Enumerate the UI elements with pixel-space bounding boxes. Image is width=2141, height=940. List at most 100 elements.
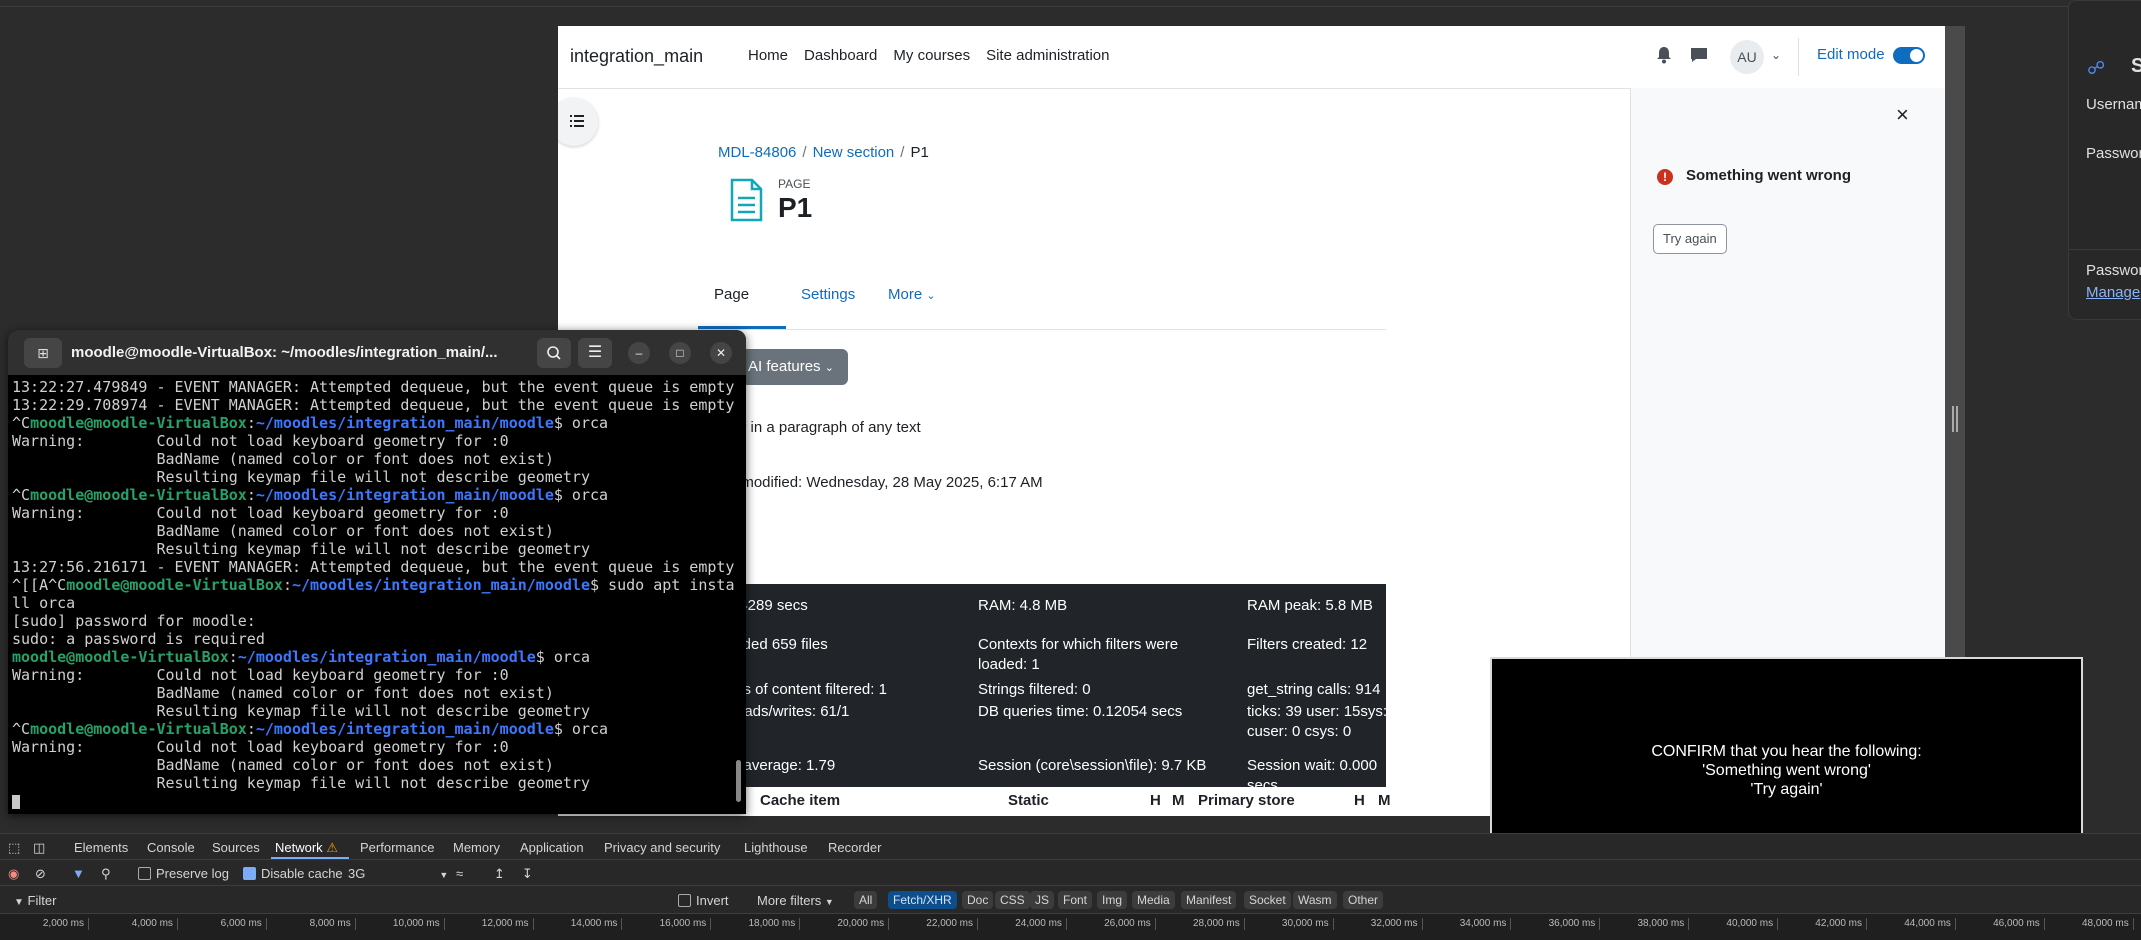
record-stop-icon[interactable]: ◉ (8, 866, 19, 882)
course-index-toggle-button[interactable] (558, 98, 598, 146)
ai-features-button[interactable]: AI features ⌄ (728, 349, 848, 385)
chip-media[interactable]: Media (1132, 891, 1175, 909)
chip-all[interactable]: All (854, 891, 878, 909)
tab-page[interactable]: Page (714, 286, 749, 303)
tab-privacy-security[interactable]: Privacy and security (604, 840, 720, 855)
timeline-tick: 22,000 ms (926, 918, 978, 930)
timeline-tick: 14,000 ms (571, 918, 623, 930)
chevron-down-icon: ⌄ (824, 362, 834, 374)
terminal-line: ll orca (12, 594, 76, 612)
tab-recorder[interactable]: Recorder (828, 840, 881, 855)
ai-features-label: AI features (748, 358, 821, 375)
terminal-output[interactable]: 13:22:27.479849 - EVENT MANAGER: Attempt… (12, 378, 742, 814)
search-icon[interactable]: ⚲ (101, 866, 111, 882)
chip-js[interactable]: JS (1030, 891, 1055, 909)
terminal-line: Warning: Could not load keyboard geometr… (12, 504, 509, 522)
chevron-down-icon: ▼ (439, 870, 449, 880)
checkbox-box (138, 867, 151, 880)
password-label: Passwor (2086, 145, 2141, 162)
nav-dashboard[interactable]: Dashboard (804, 47, 877, 64)
terminal-line: 13:27:56.216171 - EVENT MANAGER: Attempt… (12, 558, 735, 576)
tab-memory[interactable]: Memory (453, 840, 500, 855)
perf-db-time: DB queries time: 0.12054 secs (978, 703, 1183, 720)
user-avatar[interactable]: AU (1730, 40, 1764, 74)
close-icon[interactable]: × (1896, 102, 1909, 128)
terminal-titlebar[interactable]: ⊞ moodle@moodle-VirtualBox: ~/moodles/in… (8, 330, 746, 375)
network-filter-bar: ▼ Filter Invert More filters ▼ All Fetch… (0, 885, 2141, 914)
try-again-button[interactable]: Try again (1653, 224, 1727, 254)
tab-lighthouse[interactable]: Lighthouse (744, 840, 808, 855)
timeline-tick: 26,000 ms (1104, 918, 1156, 930)
tab-settings[interactable]: Settings (801, 286, 855, 303)
tab-application[interactable]: Application (520, 840, 584, 855)
disable-cache-checkbox[interactable]: Disable cache (243, 866, 343, 881)
chevron-down-icon[interactable]: ⌄ (1771, 48, 1781, 62)
tab-network[interactable]: Network ⚠ (275, 840, 338, 856)
divider (2069, 249, 2141, 250)
panel-resize-handle[interactable] (1952, 406, 1958, 432)
network-toolbar: ◉ ⊘ ▼ ⚲ Preserve log Disable cache 3G ▼ ≈… (0, 859, 2141, 886)
filter-icon[interactable]: ▼ (72, 866, 85, 881)
chip-font[interactable]: Font (1058, 891, 1093, 909)
chip-other[interactable]: Other (1343, 891, 1384, 909)
export-har-icon[interactable]: ↧ (522, 866, 533, 882)
timeline-tick: 10,000 ms (393, 918, 445, 930)
devtools-tab-bar: ⬚ ◫ Elements Console Sources Network ⚠ P… (0, 833, 2141, 860)
tab-more[interactable]: More ⌄ (888, 286, 936, 303)
terminal-scrollbar[interactable] (736, 760, 741, 802)
invert-checkbox[interactable]: Invert (678, 893, 729, 908)
tab-console[interactable]: Console (147, 840, 195, 855)
timeline-tick: 4,000 ms (132, 918, 178, 930)
device-toolbar-icon[interactable]: ◫ (33, 840, 45, 856)
devtools-top-strip (0, 0, 2141, 7)
clear-icon[interactable]: ⊘ (35, 866, 46, 882)
page-title: P1 (778, 192, 813, 223)
nav-my-courses[interactable]: My courses (893, 47, 970, 64)
nav-home[interactable]: Home (748, 47, 788, 64)
filter-input[interactable]: ▼ Filter (14, 893, 56, 908)
password-manager-popup: ☍ S Usernam Passwor Passwor Manage (2068, 0, 2141, 320)
page-kicker: PAGE (778, 177, 811, 191)
nav-site-administration[interactable]: Site administration (986, 47, 1109, 64)
chip-img[interactable]: Img (1097, 891, 1128, 909)
breadcrumb-section[interactable]: New section (813, 144, 895, 161)
timeline-tick: 44,000 ms (1904, 918, 1956, 930)
import-har-icon[interactable]: ↥ (494, 866, 505, 882)
notifications-bell-icon[interactable] (1656, 46, 1672, 64)
breadcrumb-course[interactable]: MDL-84806 (718, 144, 796, 161)
manage-passwords-link[interactable]: Manage (2086, 284, 2140, 301)
tab-sources[interactable]: Sources (212, 840, 260, 855)
preserve-log-checkbox[interactable]: Preserve log (138, 866, 229, 881)
maximize-icon[interactable]: □ (669, 342, 691, 364)
throttling-select[interactable]: 3G ▼ (348, 866, 448, 881)
messages-chat-icon[interactable] (1690, 47, 1708, 63)
network-timeline-overview[interactable]: 2,000 ms 4,000 ms 6,000 ms 8,000 ms 10,000 m… (0, 913, 2141, 940)
terminal-line: Warning: Could not load keyboard geometr… (12, 666, 509, 684)
more-filters-label: More filters (757, 893, 822, 908)
network-conditions-icon[interactable]: ≈ (456, 866, 463, 881)
terminal-line: Resulting keymap file will not describe … (12, 702, 590, 720)
chip-manifest[interactable]: Manifest (1181, 891, 1237, 909)
inspect-element-icon[interactable]: ⬚ (8, 840, 20, 856)
performance-info-panel: 04289 secs RAM: 4.8 MB RAM peak: 5.8 MB … (698, 584, 1400, 816)
timeline-tick: 48,000 ms (2082, 918, 2134, 930)
more-filters-dropdown[interactable]: More filters ▼ (757, 893, 834, 908)
close-icon[interactable]: ✕ (710, 342, 732, 364)
chip-wasm[interactable]: Wasm (1293, 891, 1337, 909)
edit-mode-toggle[interactable] (1893, 47, 1925, 64)
hamburger-menu-icon[interactable]: ☰ (578, 338, 612, 368)
site-name[interactable]: integration_main (570, 46, 703, 67)
minimize-icon[interactable]: – (628, 342, 650, 364)
chip-fetch-xhr[interactable]: Fetch/XHR (888, 891, 957, 909)
cache-col: Primary store (1198, 792, 1295, 809)
tab-performance[interactable]: Performance (360, 840, 434, 855)
chip-socket[interactable]: Socket (1244, 891, 1291, 909)
new-tab-icon[interactable]: ⊞ (24, 338, 62, 368)
checkbox-box (678, 894, 691, 907)
chip-css[interactable]: CSS (995, 891, 1030, 909)
search-icon[interactable] (537, 338, 571, 368)
perf-get-string: get_string calls: 914 (1247, 681, 1381, 698)
tab-elements[interactable]: Elements (74, 840, 128, 855)
chip-doc[interactable]: Doc (962, 891, 994, 909)
terminal-line: 13:22:29.708974 - EVENT MANAGER: Attempt… (12, 396, 735, 414)
